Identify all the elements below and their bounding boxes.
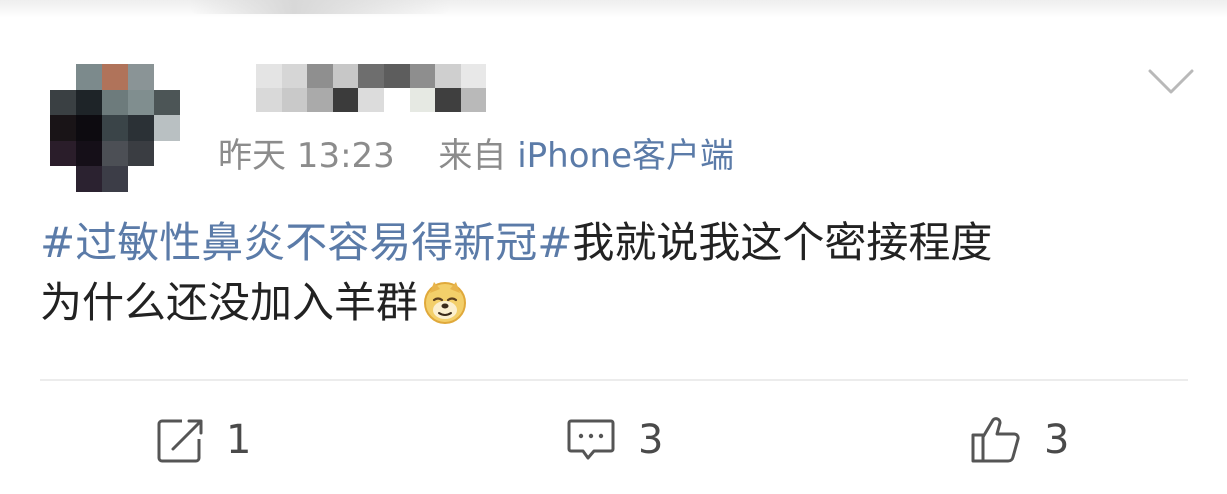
like-button[interactable]: 3	[970, 412, 1069, 468]
doge-emoji-icon	[424, 282, 467, 324]
chevron-down-icon[interactable]	[1148, 68, 1194, 96]
post-content: #过敏性鼻炎不容易得新冠#我就说我这个密接程度 为什么还没加入羊群	[40, 213, 1200, 333]
top-edge-shadow-stripe	[190, 0, 450, 14]
repost-button[interactable]: 1	[156, 412, 251, 468]
post-text-line2: 为什么还没加入羊群	[40, 278, 419, 327]
post-text-line1: 我就说我这个密接程度	[572, 218, 993, 267]
repost-icon	[157, 419, 203, 463]
avatar[interactable]	[50, 64, 180, 192]
topic-link[interactable]: #过敏性鼻炎不容易得新冠#	[40, 218, 572, 267]
thumbs-up-icon	[971, 417, 1020, 463]
comment-count: 3	[638, 417, 664, 463]
source-app-link[interactable]: iPhone客户端	[517, 136, 734, 176]
divider	[40, 379, 1188, 381]
post-timestamp: 昨天 13:23	[218, 136, 395, 176]
like-count: 3	[1044, 417, 1070, 463]
comment-button[interactable]: 3	[566, 412, 663, 468]
source-prefix: 来自	[438, 136, 507, 176]
top-edge-shadow	[0, 0, 1227, 18]
repost-count: 1	[226, 417, 252, 463]
post-meta: 昨天 13:23 来自 iPhone客户端	[218, 134, 734, 178]
comment-icon	[567, 419, 615, 460]
username[interactable]	[256, 64, 487, 112]
